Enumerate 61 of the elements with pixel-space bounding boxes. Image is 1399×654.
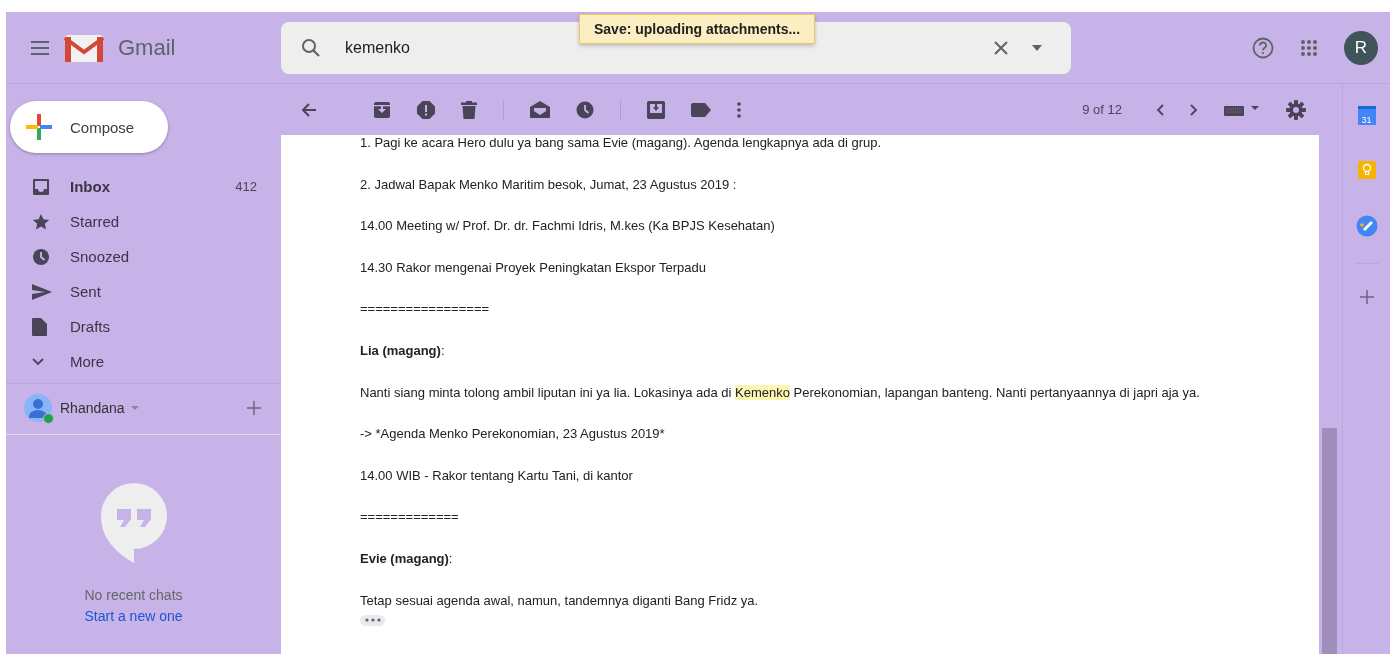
chevron-down-icon: [32, 357, 44, 366]
start-chat-link[interactable]: Start a new one: [84, 608, 183, 624]
quote-bubble-icon: [100, 483, 167, 563]
message-counter: 9 of 12: [1082, 102, 1122, 117]
compose-button[interactable]: Compose: [10, 101, 168, 153]
help-icon[interactable]: [1252, 36, 1274, 59]
empty-chat-message: No recent chats: [84, 587, 183, 603]
tasks-check-icon[interactable]: [1355, 215, 1378, 237]
sidebar-item[interactable]: Starred: [6, 204, 281, 239]
message-text: Nanti siang minta tolong ambil liputan ini ya lia. Lokasinya ada di Kemenko Perekonomian, lapangan banteng. Nanti pertanyaannya di japri aja ya.: [360, 384, 1201, 402]
status-toast: Save: uploading attachments...: [579, 14, 816, 44]
mark-unread-icon[interactable]: [530, 100, 550, 119]
apps-grid-icon[interactable]: [1300, 38, 1318, 57]
plus-icon: [26, 114, 52, 140]
next-icon[interactable]: [1190, 103, 1198, 116]
message-text: =================: [360, 301, 491, 319]
message-text: 14.00 Meeting w/ Prof. Dr. dr. Fachmi Idris, M.kes (Ka BPJS Kesehatan): [360, 218, 776, 236]
archive-icon[interactable]: [373, 100, 391, 119]
message-text: Evie (magang):: [360, 550, 454, 568]
user-avatar-icon: [24, 394, 52, 422]
document-icon: [32, 317, 47, 336]
unread-count: 412: [235, 179, 257, 194]
sidebar-item[interactable]: Sent: [6, 274, 281, 309]
close-icon[interactable]: [993, 39, 1009, 56]
caret-icon[interactable]: [1031, 44, 1043, 51]
app-name: Gmail: [118, 34, 176, 61]
message-text: 1. Pagi ke acara Hero dulu ya bang sama Evie (magang). Agenda lengkapnya ada di grup.: [360, 135, 883, 152]
sidebar-item[interactable]: More: [6, 344, 281, 379]
trash-icon[interactable]: [461, 100, 477, 119]
chat-user-name[interactable]: Rhandana: [60, 400, 125, 416]
search-icon[interactable]: [301, 37, 321, 58]
scrollbar-thumb[interactable]: [1322, 428, 1337, 654]
calendar-icon[interactable]: 31: [1357, 106, 1376, 125]
message-text: Lia (magang):: [360, 342, 446, 360]
message-text: -> *Agenda Menko Perekonomian, 23 Agustus 2019*: [360, 426, 666, 444]
message-text: 2. Jadwal Bapak Menko Maritim besok, Jumat, 23 Agustus 2019 :: [360, 176, 738, 194]
sidebar-item[interactable]: Snoozed: [6, 239, 281, 274]
menu-icon[interactable]: [30, 40, 50, 55]
more-dots-icon: [363, 618, 382, 623]
show-trimmed-button[interactable]: [360, 614, 385, 626]
clock-icon: [32, 247, 50, 266]
sidebar-item[interactable]: Inbox 412: [6, 169, 281, 204]
clock-icon[interactable]: [576, 100, 594, 119]
inbox-icon: [32, 177, 50, 196]
star-icon: [32, 212, 50, 231]
message-text: 14.00 WIB - Rakor tentang Kartu Tani, di kantor: [360, 467, 634, 485]
label-icon[interactable]: [691, 102, 711, 117]
settings-icon[interactable]: [1286, 99, 1306, 120]
keyboard-icon[interactable]: [1224, 103, 1260, 116]
back-arrow-icon[interactable]: [301, 101, 317, 118]
account-avatar[interactable]: R: [1344, 30, 1378, 65]
send-icon: [32, 283, 52, 300]
previous-icon[interactable]: [1156, 103, 1164, 116]
message-text: Tetap sesuai agenda awal, namun, tandemnya diganti Bang Fridz ya.: [360, 592, 760, 610]
more-vertical-icon[interactable]: [737, 101, 741, 118]
message-text: 14.30 Rakor mengenai Proyek Peningkatan Ekspor Terpadu: [360, 259, 707, 277]
move-to-icon[interactable]: [647, 100, 665, 119]
gmail-logo-icon[interactable]: [64, 32, 104, 63]
report-spam-icon[interactable]: [417, 100, 435, 119]
message-text: =============: [360, 509, 460, 527]
sidebar-item[interactable]: Drafts: [6, 309, 281, 344]
